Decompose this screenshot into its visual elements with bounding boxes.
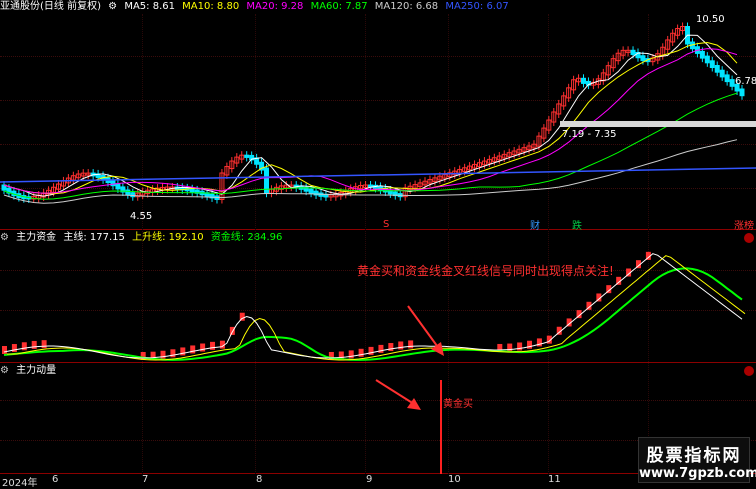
capital-red-bar [517, 342, 523, 351]
candle-body [110, 180, 116, 187]
capital-red-bar [2, 346, 7, 354]
candle-body [308, 188, 314, 194]
range-label: 7.19 - 7.35 [562, 129, 617, 140]
capital-red-bar [160, 350, 166, 359]
ma-line [3, 48, 738, 194]
candle-body [739, 88, 745, 97]
candle-body [189, 188, 195, 193]
annotation-text: 黄金买和资金线金叉红线信号同时出现得点关注! [357, 264, 614, 278]
capital-red-bar [507, 343, 513, 352]
event-tag-finance[interactable]: 财 [530, 217, 540, 232]
chart-canvas [0, 22, 756, 474]
capital-red-bar [21, 342, 27, 351]
candle-body [729, 79, 735, 87]
event-tag-fall[interactable]: 跌 [572, 217, 582, 232]
capital-red-bar [398, 341, 404, 350]
capital-red-bar [408, 340, 414, 349]
capital-red-bar [358, 348, 364, 357]
ma-line [3, 139, 738, 204]
candle-body [640, 55, 646, 62]
capital-red-bar [11, 344, 17, 353]
candle-body [704, 55, 710, 64]
candle-body [709, 60, 715, 69]
candle-body [699, 50, 705, 59]
capital-red-bar [210, 341, 216, 350]
capital-red-bar [31, 340, 37, 349]
arrow-head [431, 342, 444, 356]
event-tag-s[interactable]: S [383, 219, 389, 230]
date-label: 6 [52, 474, 59, 485]
candle-body [581, 77, 587, 84]
date-label: 11 [548, 474, 561, 485]
watermark-title: 股票指标网 [646, 446, 742, 466]
capital-red-bar [190, 345, 196, 354]
date-label: 7 [142, 474, 149, 485]
candle-body [719, 69, 725, 78]
signal-label: 黄金买 [443, 399, 473, 410]
right-price-label: 6.78 [735, 76, 756, 87]
gold-line [3, 267, 743, 361]
candle-body [125, 189, 131, 196]
capital-red-bar [368, 346, 374, 355]
date-label: 8 [256, 474, 263, 485]
ma-line [3, 34, 738, 197]
panel-close-icon[interactable] [744, 366, 754, 376]
candle-body [714, 65, 720, 73]
capital-red-bar [180, 347, 186, 356]
capital-red-bar [348, 350, 354, 359]
range-band [560, 121, 756, 127]
date-label: 9 [366, 474, 373, 485]
capital-red-bar [170, 349, 176, 358]
candle-body [115, 183, 121, 190]
capital-red-bar [378, 344, 384, 353]
watermark-url: www.7gpzb.com [639, 466, 756, 481]
capital-red-bar [388, 343, 394, 352]
watermark-logo: 股票指标网 www.7gpzb.com [638, 437, 756, 483]
ma250-line [0, 167, 756, 183]
low-price-label: 4.55 [130, 211, 153, 222]
high-price-label: 10.50 [696, 14, 725, 25]
event-tag-rank[interactable]: 涨榜 [734, 217, 754, 232]
panel-close-icon[interactable] [744, 233, 754, 243]
capital-red-bar [527, 340, 533, 349]
candle-body [724, 74, 730, 83]
capital-red-bar [41, 340, 47, 349]
annotation-arrow [375, 379, 415, 405]
date-label: 10 [448, 474, 461, 485]
candle-body [244, 154, 250, 158]
candle-body [630, 49, 636, 55]
candle-body [130, 192, 136, 198]
capital-red-bar [200, 343, 206, 352]
